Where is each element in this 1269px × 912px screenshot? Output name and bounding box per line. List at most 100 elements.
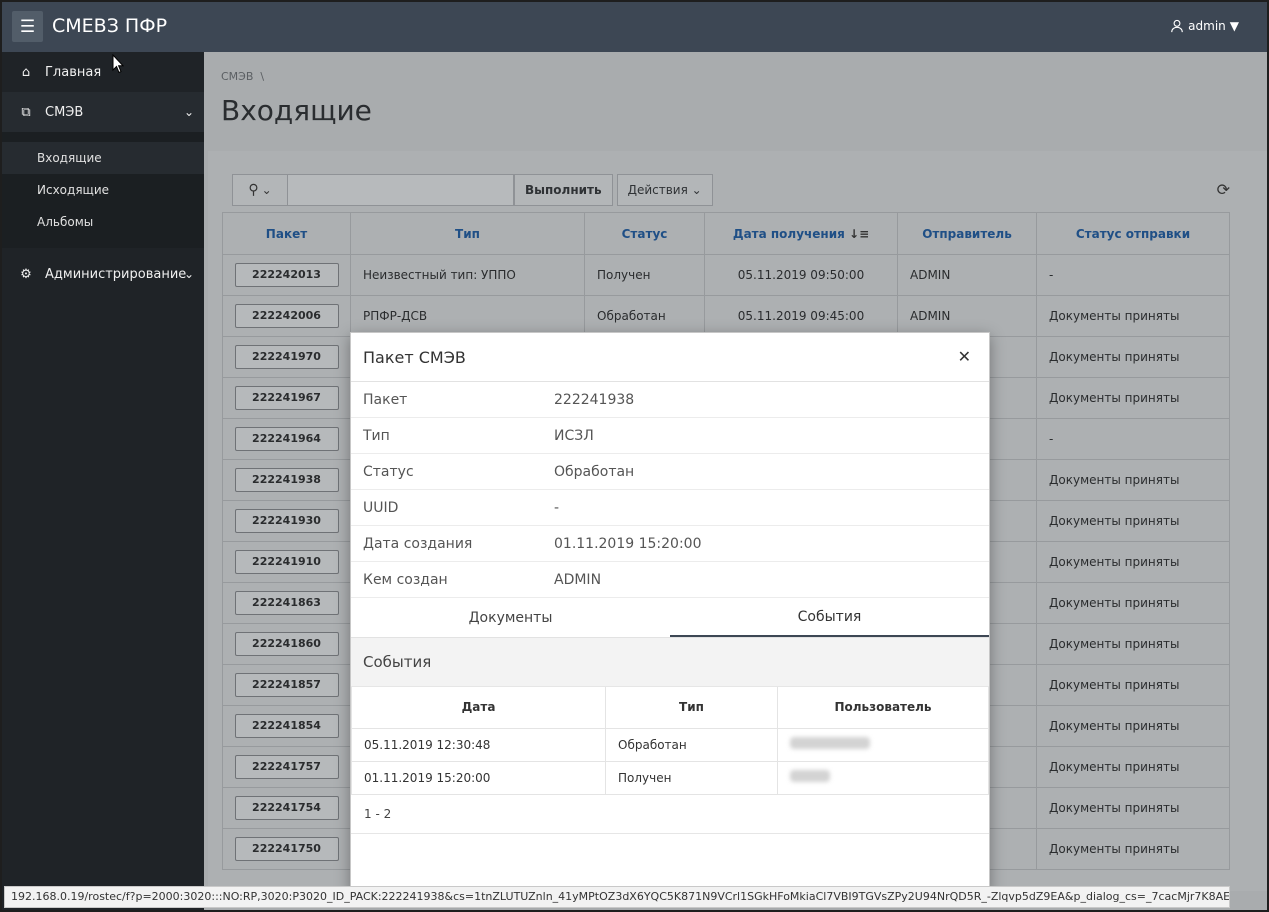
top-header: ☰ СМЕВЗ ПФР admin ▼ (2, 2, 1267, 52)
cell-send-status: Документы приняты (1036, 459, 1230, 501)
package-button[interactable]: 222241754 (234, 796, 339, 820)
package-button[interactable]: 222241857 (234, 673, 339, 697)
cell-send-status: Документы приняты (1036, 787, 1230, 829)
column-header-package[interactable]: Пакет (222, 212, 351, 255)
sidebar-item-incoming[interactable]: Входящие (2, 142, 204, 174)
package-button[interactable]: 222241757 (234, 755, 339, 779)
cell-package: 222241938 (222, 459, 351, 501)
field-label: Тип (363, 427, 390, 444)
cell-package: 222241857 (222, 664, 351, 706)
sidebar-item-outgoing[interactable]: Исходящие (2, 174, 204, 206)
report-toolbar: ⚲ ⌄ Выполнить Действия ⌄ ⟳ (222, 164, 1230, 208)
sidebar-subnav: Входящие Исходящие Альбомы (2, 132, 204, 248)
actions-label: Действия (627, 183, 688, 197)
cell-package: 222241967 (222, 377, 351, 419)
cell-send-status: Документы приняты (1036, 828, 1230, 870)
column-header-send-status[interactable]: Статус отправки (1036, 212, 1230, 255)
browser-status-url: 192.168.0.19/rostec/f?p=2000:3020:::NO:R… (4, 886, 1230, 908)
mouse-cursor-icon (112, 54, 124, 74)
dialog-title: Пакет СМЭВ (363, 347, 466, 367)
user-menu[interactable]: admin ▼ (1170, 19, 1239, 33)
package-button[interactable]: 222241860 (234, 632, 339, 656)
event-user-redacted (777, 760, 989, 795)
column-header-status[interactable]: Статус (584, 212, 705, 255)
package-button[interactable]: 222241938 (234, 468, 339, 492)
redacted-user (790, 770, 830, 782)
cell-package: 222241750 (222, 828, 351, 870)
package-button[interactable]: 222241967 (234, 386, 339, 410)
package-button[interactable]: 222241863 (234, 591, 339, 615)
package-button[interactable]: 222241854 (234, 714, 339, 738)
cell-package: 222242006 (222, 295, 351, 337)
column-header-type[interactable]: Тип (605, 687, 778, 729)
cell-status: Обработан (584, 295, 705, 337)
sort-desc-icon: ↓≡ (849, 226, 870, 241)
field-value: - (554, 499, 560, 516)
close-icon[interactable]: ✕ (958, 347, 971, 366)
column-header-user[interactable]: Пользователь (777, 687, 989, 729)
field-label: Пакет (363, 391, 408, 408)
package-button[interactable]: 222241970 (234, 345, 339, 369)
column-header-type[interactable]: Тип (350, 212, 585, 255)
column-header-sender[interactable]: Отправитель (897, 212, 1037, 255)
package-button[interactable]: 222241750 (234, 837, 339, 861)
package-dialog: Пакет СМЭВ ✕ Пакет 222241938 Тип ИСЗЛ Статус… (350, 332, 990, 892)
table-row: 222242013 Неизвестный тип: УППО Получен 05.… (222, 254, 1230, 296)
dialog-field-row: Пакет 222241938 (351, 382, 989, 418)
app-title: СМЕВЗ ПФР (52, 15, 168, 37)
run-button[interactable]: Выполнить (514, 174, 613, 206)
cell-send-status: - (1036, 254, 1230, 296)
event-type: Обработан (605, 727, 778, 762)
field-value: Обработан (554, 463, 635, 480)
tab-documents[interactable]: Документы (351, 598, 670, 637)
package-button[interactable]: 222241930 (234, 509, 339, 533)
cell-send-status: Документы приняты (1036, 336, 1230, 378)
sidebar-item-smev[interactable]: ⧉ СМЭВ ⌄ (2, 92, 204, 132)
cell-send-status: Документы приняты (1036, 541, 1230, 583)
column-header-date[interactable]: Дата (351, 687, 606, 729)
cell-package: 222241964 (222, 418, 351, 460)
sidebar-item-administration[interactable]: ⚙ Администрирование ⌄ (2, 254, 204, 294)
chevron-down-icon: ⌄ (691, 183, 702, 197)
cell-status: Получен (584, 254, 705, 296)
user-icon (1171, 19, 1183, 33)
cell-send-status: Документы приняты (1036, 705, 1230, 747)
cell-send-status: Документы приняты (1036, 500, 1230, 542)
search-icon: ⚲ (248, 182, 259, 198)
tab-events[interactable]: События (670, 598, 989, 637)
sidebar-item-albums[interactable]: Альбомы (2, 206, 204, 238)
event-date: 05.11.2019 12:30:48 (351, 727, 606, 762)
actions-menu-button[interactable]: Действия ⌄ (616, 174, 713, 206)
cell-sender: ADMIN (897, 295, 1037, 337)
caret-down-icon: ▼ (1229, 19, 1239, 33)
event-user-redacted (777, 727, 989, 762)
sidebar: ⌂ Главная ⧉ СМЭВ ⌄ Входящие Исходящие Ал… (2, 52, 204, 910)
documents-icon: ⧉ (21, 104, 31, 120)
field-value: ИСЗЛ (554, 427, 594, 444)
cell-send-status: Документы приняты (1036, 623, 1230, 665)
package-button[interactable]: 222241910 (234, 550, 339, 574)
hamburger-menu-icon[interactable]: ☰ (12, 11, 43, 42)
column-header-date[interactable]: Дата получения ↓≡ (704, 212, 898, 255)
chevron-down-icon: ⌄ (183, 267, 194, 281)
page-title: Входящие (221, 94, 372, 127)
package-button[interactable]: 222241964 (234, 427, 339, 451)
event-date: 01.11.2019 15:20:00 (351, 760, 606, 795)
cell-send-status: Документы приняты (1036, 582, 1230, 624)
table-row: 05.11.2019 12:30:48 Обработан (351, 727, 989, 762)
cell-date: 05.11.2019 09:50:00 (704, 254, 898, 296)
package-button[interactable]: 222242013 (234, 263, 339, 287)
user-name: admin (1188, 19, 1226, 33)
package-button[interactable]: 222242006 (234, 304, 339, 328)
dialog-tabs: Документы События (351, 598, 989, 638)
sidebar-item-home[interactable]: ⌂ Главная (2, 52, 204, 92)
sidebar-item-label: СМЭВ (45, 104, 84, 120)
refresh-icon[interactable]: ⟳ (1217, 180, 1230, 199)
cell-sender: ADMIN (897, 254, 1037, 296)
event-type: Получен (605, 760, 778, 795)
search-column-selector[interactable]: ⚲ ⌄ (232, 174, 288, 206)
breadcrumb[interactable]: СМЭВ \ (221, 70, 264, 83)
search-input[interactable] (288, 174, 514, 206)
pagination-info: 1 - 2 (351, 795, 989, 834)
field-label: Дата создания (363, 535, 473, 552)
